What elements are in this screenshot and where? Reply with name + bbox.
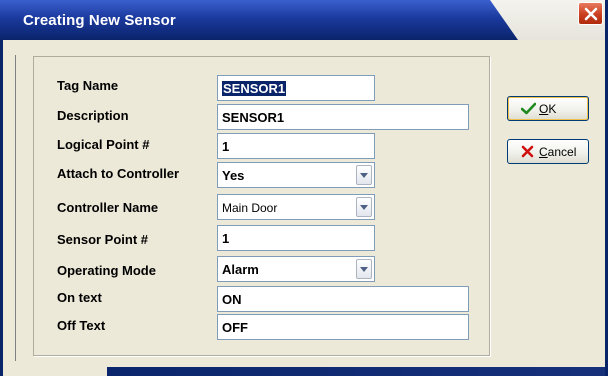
sensor-point-input[interactable]: 1	[217, 225, 375, 251]
controller-name-value: Main Door	[222, 201, 278, 215]
chevron-down-icon	[360, 173, 368, 178]
chevron-down-icon	[360, 267, 368, 272]
on-text-input[interactable]: ON	[217, 286, 469, 312]
close-button[interactable]	[578, 2, 603, 25]
attach-controller-select[interactable]: Yes	[217, 162, 375, 188]
on-text-value: ON	[222, 292, 242, 307]
dialog-title: Creating New Sensor	[23, 12, 176, 29]
tag-name-input[interactable]: SENSOR1	[217, 75, 375, 101]
controller-name-label: Controller Name	[57, 200, 159, 215]
mode-dropdown-button[interactable]	[356, 259, 372, 279]
cancel-button-label: Cancel	[539, 145, 577, 159]
ok-button[interactable]: OK	[507, 96, 589, 121]
window-bottom-strip	[3, 367, 107, 376]
sensor-point-label: Sensor Point #	[57, 232, 149, 247]
off-text-input[interactable]: OFF	[217, 314, 469, 340]
controller-name-select[interactable]: Main Door	[217, 194, 375, 220]
operating-mode-value: Alarm	[222, 262, 259, 277]
off-text-label: Off Text	[57, 318, 106, 333]
cancel-button[interactable]: Cancel	[507, 139, 589, 164]
sensor-point-value: 1	[222, 231, 230, 246]
tag-name-value: SENSOR1	[222, 81, 287, 96]
frame-divider	[15, 55, 16, 361]
dialog-window: Creating New Sensor Tag Name SENSOR1 Des…	[0, 0, 608, 376]
chevron-down-icon	[360, 205, 368, 210]
description-input[interactable]: SENSOR1	[217, 104, 469, 130]
logical-point-label: Logical Point #	[57, 137, 150, 152]
checkmark-icon	[521, 102, 536, 115]
controller-dropdown-button[interactable]	[356, 197, 372, 217]
title-bar[interactable]: Creating New Sensor	[0, 0, 605, 40]
logical-point-value: 1	[222, 139, 230, 154]
ok-button-label: OK	[539, 102, 557, 116]
attach-dropdown-button[interactable]	[356, 165, 372, 185]
attach-controller-value: Yes	[222, 168, 245, 183]
description-value: SENSOR1	[222, 110, 285, 125]
off-text-value: OFF	[222, 320, 248, 335]
description-label: Description	[57, 108, 129, 123]
tag-name-label: Tag Name	[57, 78, 119, 93]
logical-point-input[interactable]: 1	[217, 133, 375, 159]
close-icon	[584, 7, 598, 21]
x-icon	[521, 145, 534, 158]
on-text-label: On text	[57, 290, 102, 305]
operating-mode-label: Operating Mode	[57, 263, 156, 278]
attach-controller-label: Attach to Controller	[57, 166, 180, 181]
operating-mode-select[interactable]: Alarm	[217, 256, 375, 282]
